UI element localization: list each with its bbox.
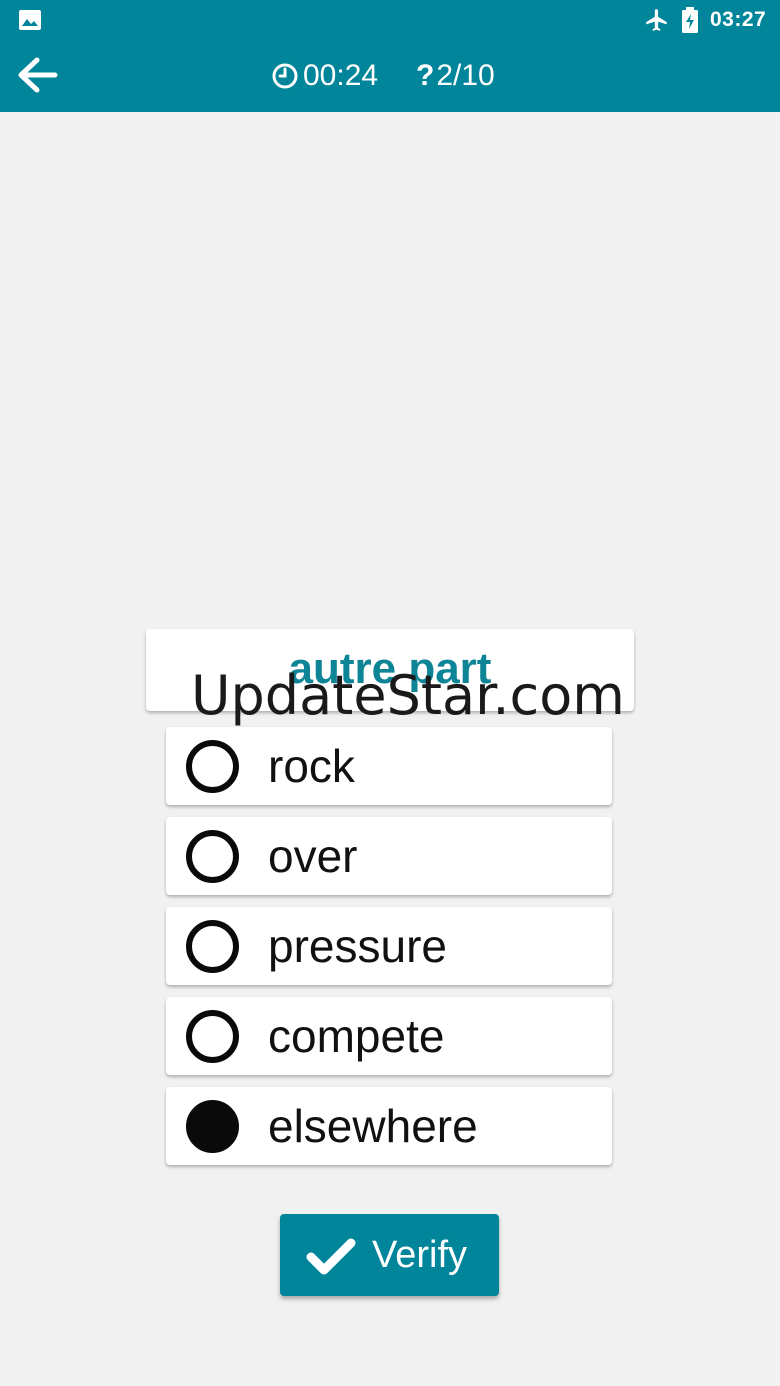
answer-option-rock[interactable]: rock xyxy=(166,727,612,805)
radio-button-selected[interactable] xyxy=(186,1100,239,1153)
image-icon xyxy=(19,10,41,30)
answer-option-label: rock xyxy=(268,740,355,792)
question-mark-icon: ? xyxy=(416,59,435,92)
question-progress-value: 2/10 xyxy=(436,59,495,92)
word-card: autre part xyxy=(146,629,634,711)
answer-option-label: elsewhere xyxy=(268,1100,478,1152)
battery-charging-icon xyxy=(682,7,698,33)
quiz-word: autre part xyxy=(288,644,492,693)
radio-button[interactable] xyxy=(186,830,239,883)
arrow-left-icon xyxy=(18,57,58,93)
radio-button[interactable] xyxy=(186,740,239,793)
answer-option-label: over xyxy=(268,830,358,882)
answer-option-over[interactable]: over xyxy=(166,817,612,895)
question-progress: ? 2/10 xyxy=(416,58,495,94)
radio-button[interactable] xyxy=(186,1010,239,1063)
answer-option-label: pressure xyxy=(268,920,447,972)
quiz-timer: 00:24 xyxy=(271,58,378,94)
verify-label: Verify xyxy=(372,1234,468,1276)
clock-icon xyxy=(272,63,298,89)
checkmark-icon xyxy=(306,1238,356,1275)
back-button[interactable] xyxy=(12,52,62,98)
answer-option-compete[interactable]: compete xyxy=(166,997,612,1075)
app-bar: 00:24 ? 2/10 xyxy=(0,40,780,112)
radio-button[interactable] xyxy=(186,920,239,973)
timer-value: 00:24 xyxy=(303,59,379,92)
verify-button[interactable]: Verify xyxy=(280,1214,499,1296)
answer-option-pressure[interactable]: pressure xyxy=(166,907,612,985)
answer-option-label: compete xyxy=(268,1010,445,1062)
status-bar: 03:27 xyxy=(0,0,780,40)
airplane-icon xyxy=(646,9,667,31)
clock-time: 03:27 xyxy=(710,8,767,31)
answer-option-elsewhere[interactable]: elsewhere xyxy=(166,1087,612,1165)
